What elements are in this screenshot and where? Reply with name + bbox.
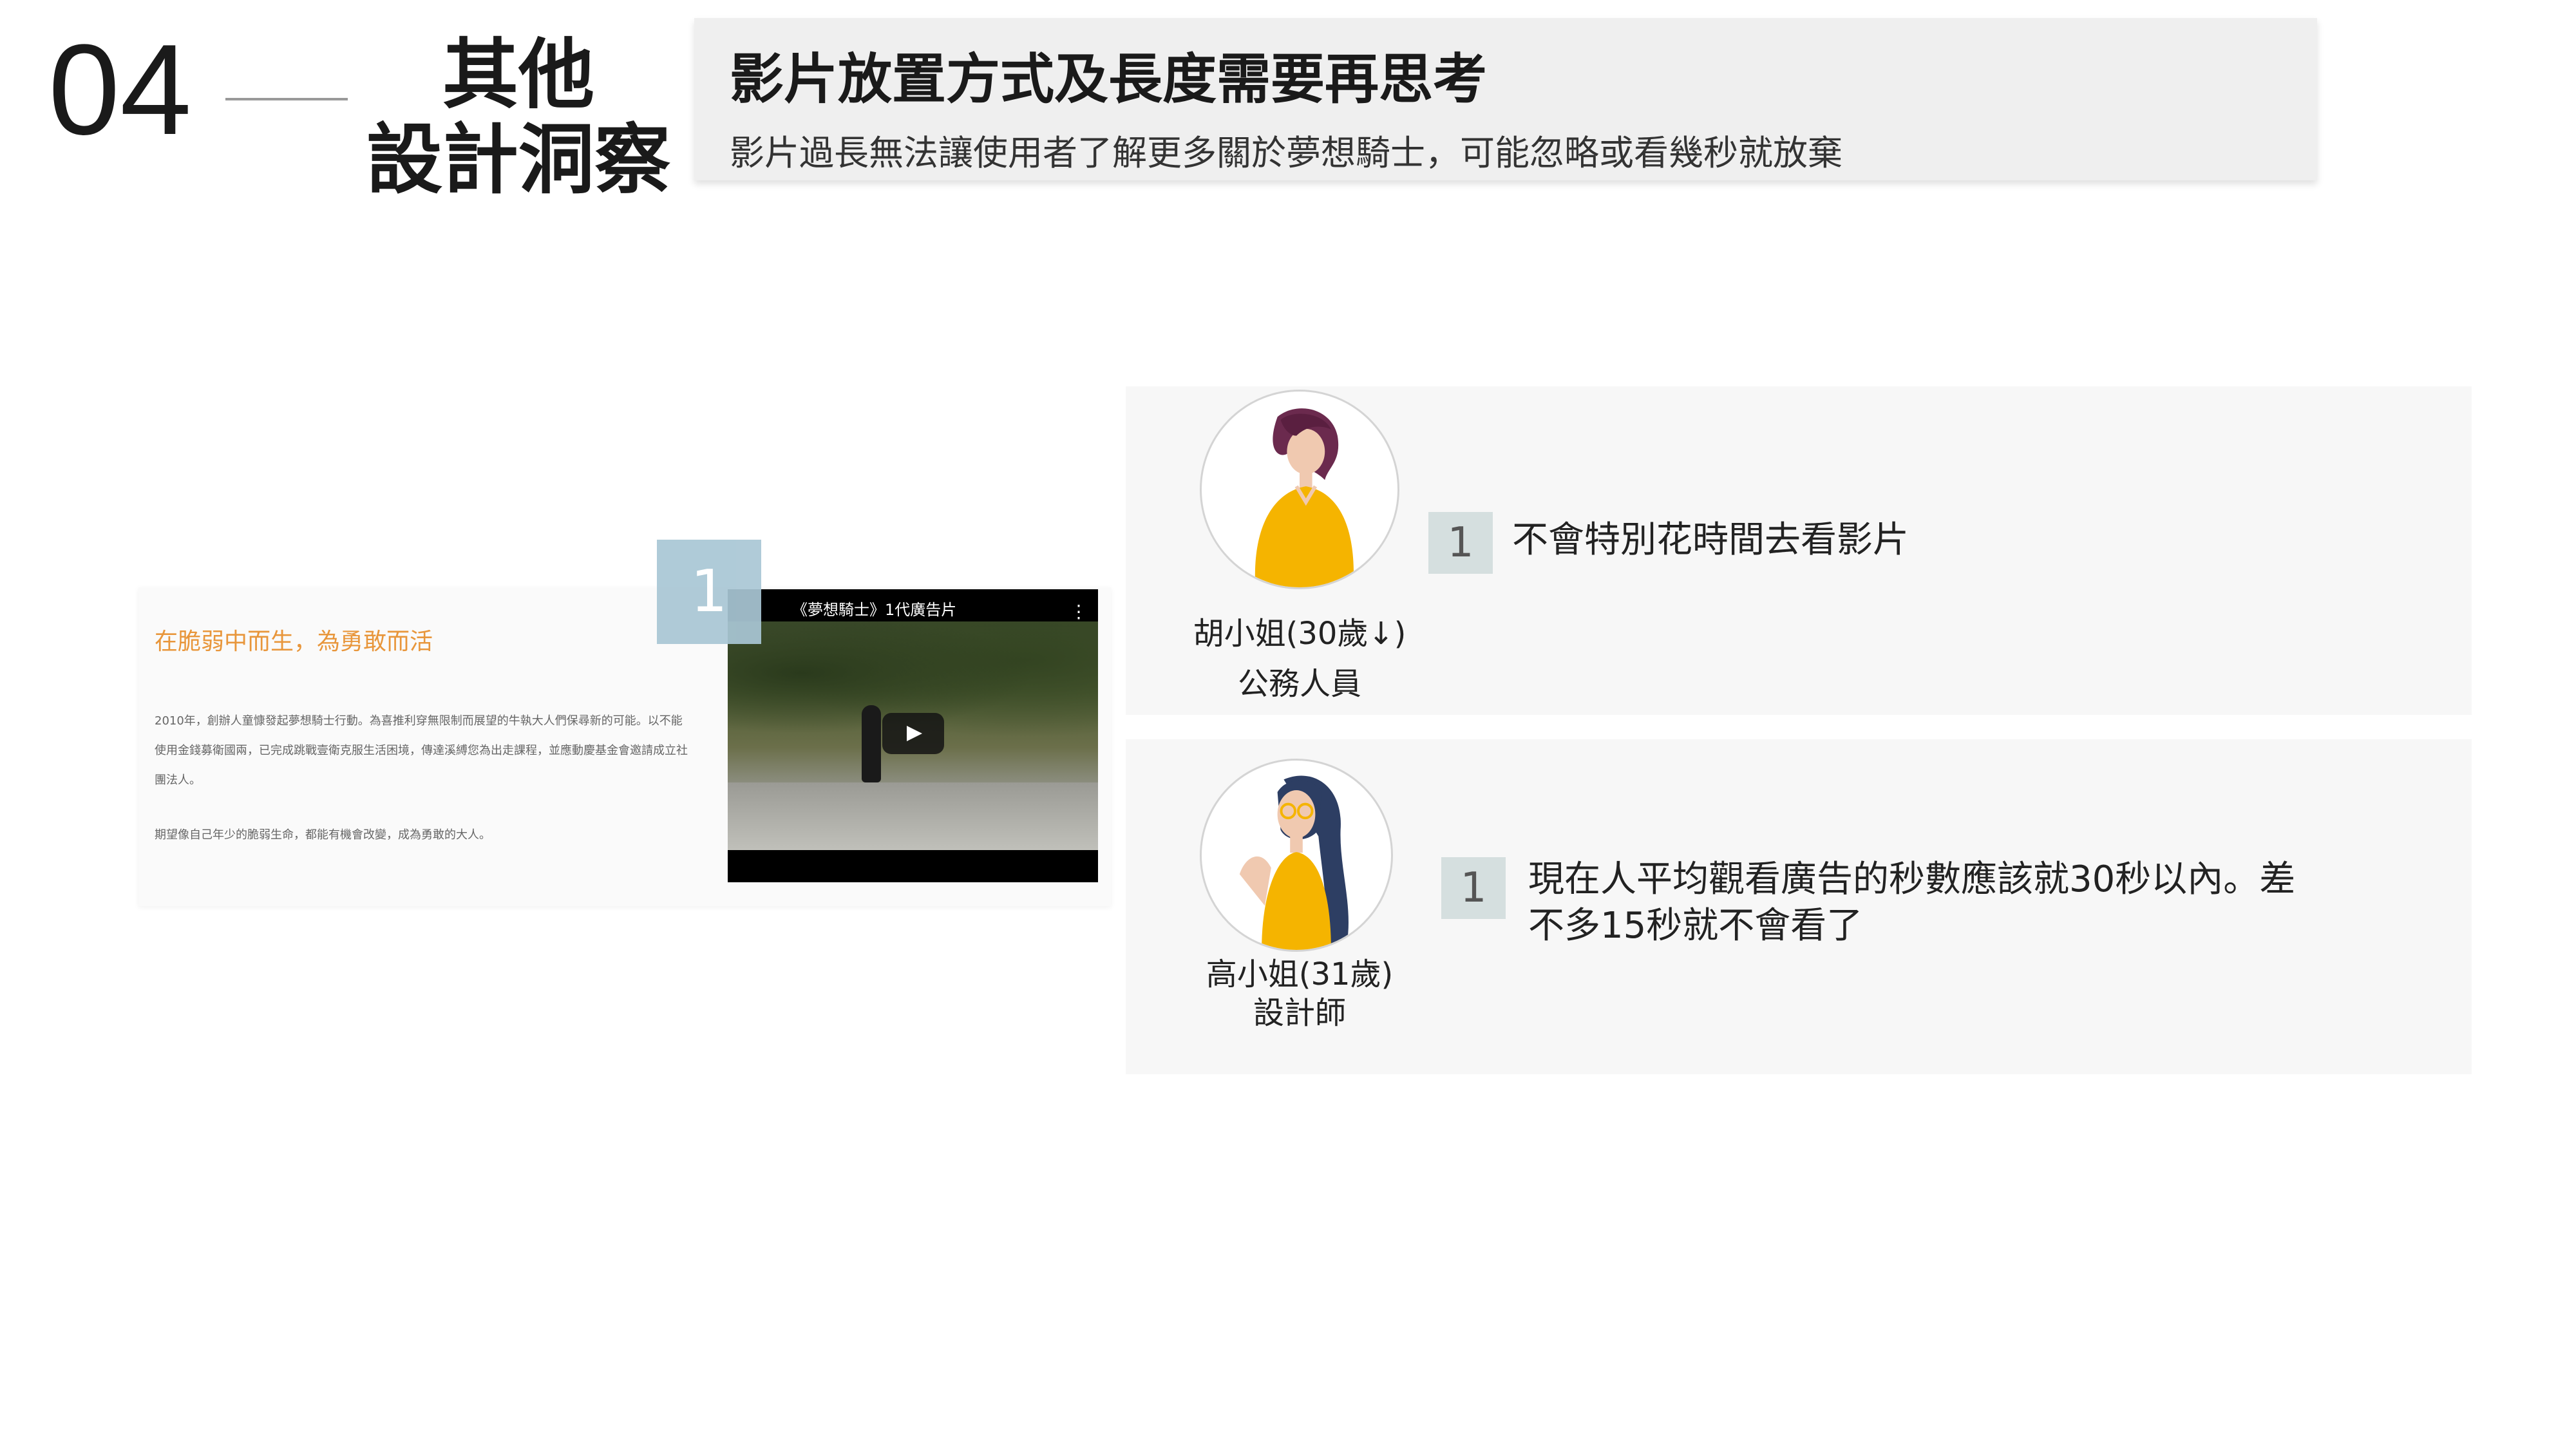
section-number: 04 [48,18,192,162]
interviewee-info: 胡小姐(30歲↓) 公務人員 [1164,609,1435,709]
woman-avatar-icon [1200,390,1399,589]
interviewee-info: 高小姐(31歲) 設計師 [1164,955,1435,1032]
interview-card-2: 高小姐(31歲) 設計師 1 現在人平均觀看廣告的秒數應該就30秒以內。差 不多… [1126,739,2472,1074]
interview-quote: 現在人平均觀看廣告的秒數應該就30秒以內。差 不多15秒就不會看了 [1528,857,2378,949]
video-player[interactable]: 《夢想騎士》1代廣告片 ⋮ [728,589,1098,882]
woman-glasses-avatar-icon [1200,759,1393,952]
interviewee-role: 公務人員 [1237,666,1361,702]
insight-box: 影片放置方式及長度需要再思考 影片過長無法讓使用者了解更多關於夢想騎士，可能忽略… [694,18,2317,180]
screenshot-paragraph: 2010年，創辦人童慷發起夢想騎士行動。為喜推利穿無限制而展望的牛執大人們保尋新… [155,714,688,787]
quote-number-badge: 1 [1428,512,1493,574]
interview-card-1: 胡小姐(30歲↓) 公務人員 1 不會特別花時間去看影片 [1126,386,2472,715]
play-icon[interactable] [882,713,944,754]
interview-quote-line2: 不多15秒就不會看了 [1528,905,1863,947]
screenshot-heading: 在脆弱中而生，為勇敢而活 [155,629,433,655]
interview-quote-line1: 現在人平均觀看廣告的秒數應該就30秒以內。差 [1528,858,2296,900]
cyclist-figure [862,705,881,782]
screenshot-paragraph-2: 期望像自己年少的脆弱生命，都能有機會改變，成為勇敢的大人。 [155,828,491,842]
section-divider [225,98,348,100]
video-title: 《夢想騎士》1代廣告片 [792,601,957,619]
interviewee-role: 設計師 [1253,995,1346,1031]
quote-number-badge: 1 [1441,857,1506,919]
section-title: 其他 設計洞察 [357,32,679,202]
annotation-badge: 1 [657,540,761,644]
section-title-line2: 設計洞察 [366,115,670,205]
insight-subtitle: 影片過長無法讓使用者了解更多關於夢想騎士，可能忽略或看幾秒就放棄 [730,133,1842,173]
section-title-line1: 其他 [442,30,594,119]
interviewee-name: 高小姐(31歲) [1206,956,1394,992]
more-vert-icon[interactable]: ⋮ [1070,601,1088,622]
interview-quote: 不會特別花時間去看影片 [1512,519,1909,561]
video-road [728,782,1098,850]
insight-title: 影片放置方式及長度需要再思考 [730,48,1488,111]
interviewee-name: 胡小姐(30歲↓) [1193,616,1406,652]
